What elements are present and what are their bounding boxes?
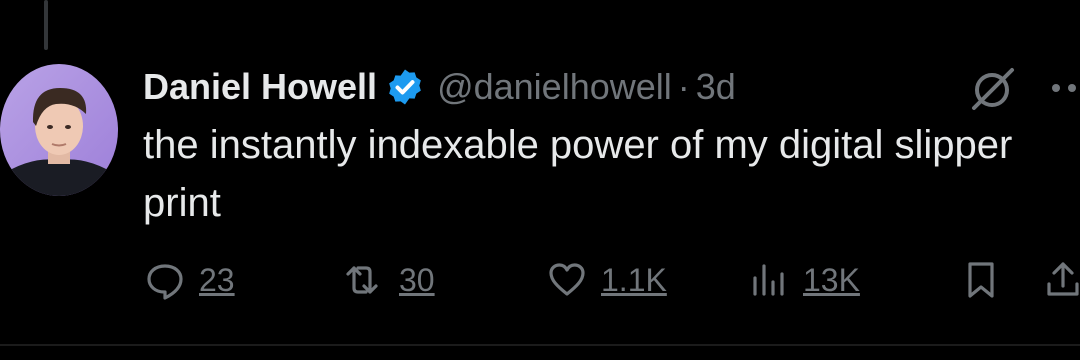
reply-button[interactable]: 23: [145, 252, 235, 308]
avatar-image: [0, 64, 118, 196]
author-name[interactable]: Daniel Howell: [143, 66, 377, 108]
reply-icon: [145, 260, 185, 300]
separator-dot: ·: [677, 66, 690, 107]
like-button[interactable]: 1.1K: [547, 252, 667, 308]
verified-badge-icon: [385, 67, 425, 107]
repost-button[interactable]: 30: [339, 252, 435, 308]
repost-count: 30: [399, 261, 435, 298]
share-icon: [1043, 260, 1080, 300]
tweet-header: Daniel Howell @danielhowell · 3d: [143, 62, 736, 112]
author-handle[interactable]: @danielhowell: [437, 66, 672, 108]
views-button[interactable]: 13K: [749, 252, 860, 308]
like-icon: [547, 260, 587, 300]
more-icon[interactable]: [1044, 70, 1080, 106]
grok-icon[interactable]: [968, 64, 1020, 112]
like-count: 1.1K: [601, 261, 667, 298]
repost-icon: [339, 260, 385, 300]
bookmark-button[interactable]: [961, 252, 1001, 308]
divider: [0, 344, 1080, 346]
bookmark-icon: [961, 260, 1001, 300]
reply-count: 23: [199, 261, 235, 298]
tweet-text: the instantly indexable power of my digi…: [143, 123, 1013, 225]
avatar[interactable]: [0, 64, 118, 196]
views-icon: [749, 260, 789, 300]
share-button[interactable]: [1043, 252, 1080, 308]
thread-connector-line: [44, 0, 48, 50]
tweet-timestamp[interactable]: 3d: [696, 66, 736, 108]
views-count: 13K: [803, 261, 860, 298]
tweet-actions-bar: 23 30 1.1K 13K: [143, 252, 1080, 308]
